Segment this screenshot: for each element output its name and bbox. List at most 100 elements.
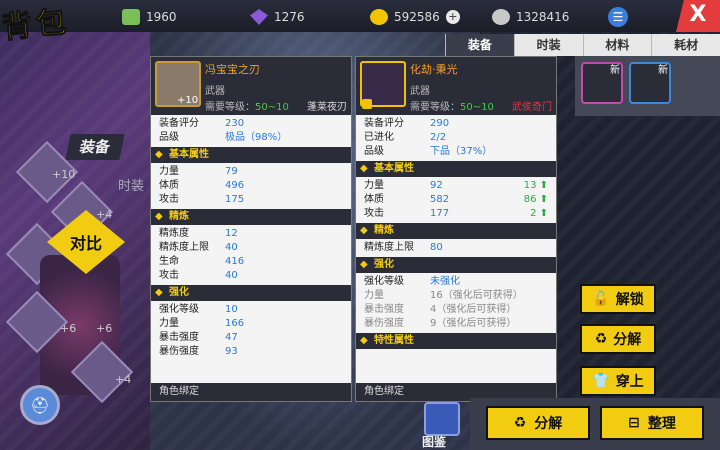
stat-value: 9（强化后可获得）: [430, 318, 517, 329]
crystal-icon: [250, 9, 268, 25]
shirt-icon: 👕: [592, 373, 610, 389]
resource-coin: 1328416: [492, 7, 569, 27]
stat-row: 精炼度 12: [159, 227, 343, 241]
stat-increase: 13 ⬆: [523, 180, 548, 191]
section-base: 基本属性: [151, 147, 351, 163]
stat-row: 力量 92 13 ⬆: [364, 179, 548, 193]
fashion-label: 时装: [118, 179, 145, 194]
codex-label: 图鉴: [422, 435, 447, 449]
organize-button[interactable]: ⊟ 整理: [600, 406, 704, 440]
stat-value: 47: [225, 332, 238, 343]
equip-plus-label: +10: [52, 168, 76, 181]
section-enhance: 强化: [356, 257, 556, 273]
stat-value: 4（强化后可获得）: [430, 304, 517, 315]
bulk-decompose-button[interactable]: ♻ 分解: [486, 406, 590, 440]
section-refine: 精炼: [356, 223, 556, 239]
category-tabs: 装备 时装 材料 耗材: [445, 34, 720, 56]
stat-name: 装备评分: [159, 118, 199, 129]
stat-value: 92: [430, 180, 443, 191]
item-type: 武器: [205, 86, 225, 97]
lock-icon: [362, 99, 372, 109]
stat-name: 力量: [159, 318, 179, 329]
inventory-slot[interactable]: 新: [629, 62, 671, 104]
codex-icon[interactable]: [424, 402, 460, 436]
inventory-grid: 新 新: [575, 56, 720, 116]
stat-name: 强化等级: [159, 304, 199, 315]
wear-label: 穿上: [615, 374, 644, 390]
stat-name: 精炼度上限: [159, 242, 209, 253]
tab-equipment[interactable]: 装备: [445, 34, 514, 56]
item-stats: 装备评分230 品级极品（98%） 基本属性 力量79 体质496 攻击175 …: [151, 115, 351, 361]
stat-value: 175: [225, 194, 245, 205]
stat-name: 攻击: [159, 270, 179, 281]
recycle-icon: ♻: [594, 331, 608, 347]
new-badge: 新: [610, 65, 620, 76]
resource-cash: 1960: [122, 7, 177, 27]
equip-plus-label: +6: [96, 322, 113, 335]
equip-plus-label: +4: [96, 208, 113, 221]
stat-value: 177: [430, 208, 450, 219]
stat-row: 精炼度上限 80: [364, 241, 548, 255]
stat-name: 装备评分: [364, 118, 404, 129]
item-header: +10 冯宝宝之刃 武器 需要等级：50~10 蓬莱夜刃: [151, 57, 351, 115]
stat-row: 攻击 40: [159, 269, 343, 283]
item-header: 化劫·秉光 武器 需要等级：50~10 武侯奇门: [356, 57, 556, 115]
resource-coin-value: 1328416: [516, 10, 570, 24]
item-stats: 装备评分 290 已进化 2/2 品级 下品（37%） 基本属性 力量 92 13 ⬆ 体…: [356, 115, 556, 353]
stat-increase: 86 ⬆: [523, 194, 548, 205]
stat-row: 暴伤强度 9（强化后可获得）: [364, 317, 548, 331]
stat-name: 暴伤强度: [364, 318, 404, 329]
stat-row: 攻击 175: [159, 193, 343, 207]
inventory-slot[interactable]: 新: [581, 62, 623, 104]
stat-value: 12: [225, 228, 238, 239]
stat-value: 93: [225, 346, 238, 357]
unlock-button[interactable]: 🔓 解锁: [580, 284, 656, 314]
decompose-button[interactable]: ♻ 分解: [580, 324, 656, 354]
section-traits: 特性属性: [356, 333, 556, 349]
tray-icon: ⊟: [628, 415, 640, 431]
item-faction: 蓬莱夜刃: [307, 102, 347, 113]
stat-name: 精炼度上限: [364, 242, 414, 253]
item-type: 武器: [410, 86, 430, 97]
stat-value: 496: [225, 180, 245, 191]
level-label: 需要等级：: [205, 102, 255, 113]
potion-bag-icon[interactable]: ⛑: [20, 385, 60, 425]
stat-name: 体质: [159, 180, 179, 191]
menu-icon[interactable]: ☰: [608, 7, 628, 27]
stat-value: 416: [225, 256, 245, 267]
compare-panel-equipped: +10 冯宝宝之刃 武器 需要等级：50~10 蓬莱夜刃 装备评分 230 品级 极…: [150, 56, 352, 402]
stat-value: 2/2: [430, 132, 447, 143]
stat-value: 10: [225, 304, 238, 315]
stat-value: 230: [225, 118, 245, 129]
stat-row: 暴击强度 47: [159, 331, 343, 345]
stat-name: 已进化: [364, 132, 394, 143]
stat-name: 品级: [364, 146, 384, 157]
stat-row: 力量 79: [159, 165, 343, 179]
stat-value: 16（强化后可获得）: [430, 290, 523, 301]
stat-name: 攻击: [159, 194, 179, 205]
stat-value: 582: [430, 194, 450, 205]
item-plus: +10: [177, 95, 199, 106]
wear-button[interactable]: 👕 穿上: [580, 366, 656, 396]
section-base: 基本属性: [356, 161, 556, 177]
equip-plus-label: +4: [115, 373, 132, 386]
stat-row: 力量 16（强化后可获得）: [364, 289, 548, 303]
add-gold-button[interactable]: +: [445, 10, 460, 24]
tab-fashion[interactable]: 时装: [513, 34, 583, 56]
stat-row: 体质 582 86 ⬆: [364, 193, 548, 207]
organize-label: 整理: [647, 416, 676, 432]
stat-value: 极品（98%）: [225, 132, 288, 143]
tab-materials[interactable]: 材料: [582, 34, 652, 56]
tab-consumables[interactable]: 耗材: [651, 34, 720, 56]
gold-icon: [370, 9, 388, 25]
level-value: 50~10: [460, 102, 494, 113]
stat-increase: 2 ⬆: [530, 208, 548, 219]
stat-name: 体质: [364, 194, 384, 205]
resource-cash-value: 1960: [146, 10, 177, 24]
resource-gold: 592586 +: [370, 7, 460, 27]
stat-row: 生命 416: [159, 255, 343, 269]
level-value: 50~10: [255, 102, 289, 113]
stat-row: 品级 极品（98%）: [159, 131, 343, 145]
stat-row: 装备评分 290: [364, 117, 548, 131]
section-refine: 精炼: [151, 209, 351, 225]
